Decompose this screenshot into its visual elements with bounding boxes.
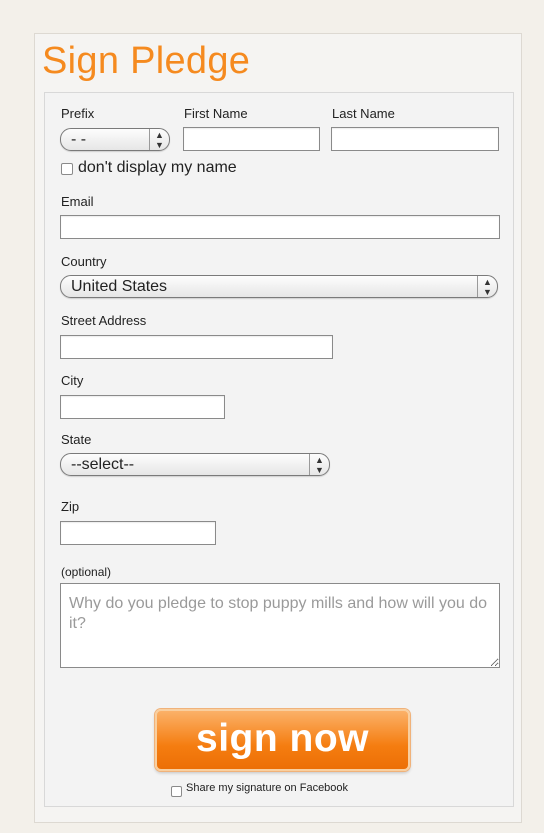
last-name-label: Last Name (332, 106, 395, 121)
street-input[interactable] (60, 335, 333, 359)
dont-display-checkbox[interactable] (61, 163, 73, 175)
last-name-input[interactable] (331, 127, 499, 151)
page-title: Sign Pledge (42, 40, 251, 82)
facebook-share-checkbox[interactable] (171, 786, 182, 797)
first-name-input[interactable] (183, 127, 320, 151)
facebook-share-label: Share my signature on Facebook (186, 782, 349, 794)
prefix-label: Prefix (61, 106, 95, 121)
street-label: Street Address (61, 313, 147, 328)
country-select-value: United States (71, 278, 168, 295)
first-name-label: First Name (184, 106, 248, 121)
prefix-select-value: - - (71, 131, 87, 148)
zip-input[interactable] (60, 521, 216, 545)
country-select[interactable]: United States ▲ ▼ (60, 275, 498, 298)
email-input[interactable] (60, 215, 500, 239)
country-label: Country (61, 254, 107, 269)
sign-now-button[interactable]: sign now (155, 709, 410, 771)
state-select[interactable]: --select-- ▲ ▼ (60, 453, 330, 476)
pledge-form (44, 92, 514, 807)
state-select-value: --select-- (71, 456, 135, 473)
state-label: State (61, 432, 92, 447)
updown-arrows-icon: ▲ ▼ (477, 276, 497, 297)
zip-label: Zip (61, 499, 80, 514)
pledge-reason-textarea[interactable] (60, 583, 500, 668)
updown-arrows-icon: ▲ ▼ (309, 454, 329, 475)
optional-label: (optional) (61, 565, 112, 579)
dont-display-label: don't display my name (78, 159, 237, 176)
city-label: City (61, 373, 84, 388)
email-label: Email (61, 194, 94, 209)
prefix-select[interactable]: - - ▲ ▼ (60, 128, 170, 151)
city-input[interactable] (60, 395, 225, 419)
updown-arrows-icon: ▲ ▼ (149, 129, 169, 150)
